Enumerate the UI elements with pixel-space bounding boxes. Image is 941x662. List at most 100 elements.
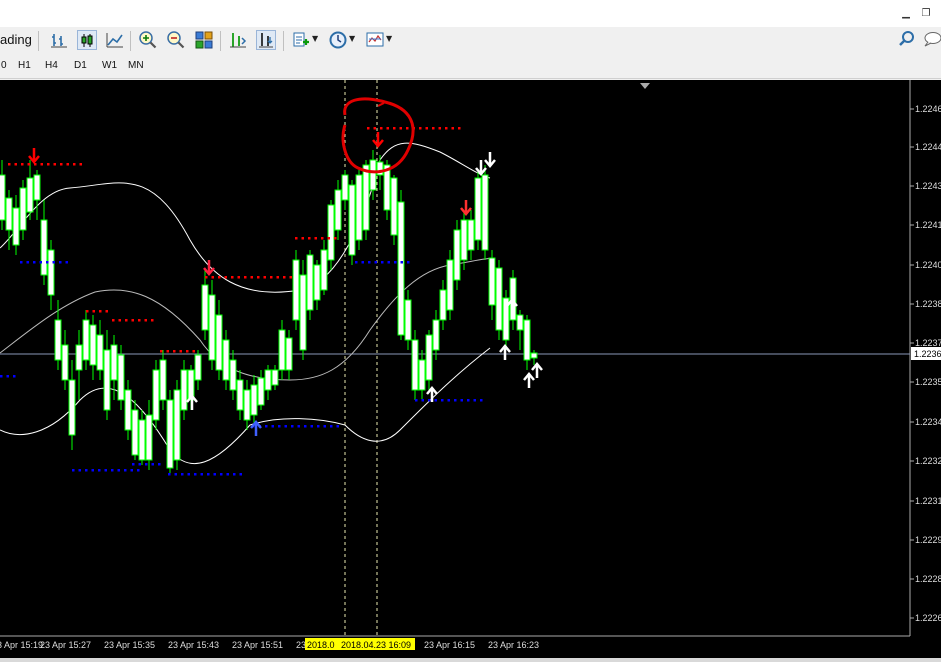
minimize-button[interactable]: ▁	[898, 7, 914, 21]
resistance-dot	[144, 319, 147, 322]
support-dot	[226, 473, 229, 476]
support-dot	[145, 463, 148, 466]
zoom-in-icon[interactable]	[138, 30, 158, 50]
candle-body	[355, 174, 363, 241]
candle-body	[19, 187, 27, 231]
chat-icon[interactable]	[922, 30, 941, 50]
resistance-dot	[432, 127, 435, 130]
candle-body	[33, 174, 41, 201]
candle-body	[96, 334, 104, 371]
price-label: 1.2229	[915, 535, 941, 545]
candle-body	[89, 324, 97, 366]
support-dot	[454, 399, 457, 402]
price-label: 1.2240	[915, 260, 941, 270]
candle	[152, 360, 160, 430]
resistance-dot	[60, 163, 63, 166]
resistance-dot	[399, 127, 402, 130]
timeframe-h4[interactable]: H4	[45, 58, 58, 74]
price-label: 1.2237	[915, 338, 941, 348]
timeframe-w1[interactable]: W1	[102, 58, 117, 74]
candle-body	[432, 319, 440, 351]
support-dot	[400, 261, 403, 264]
chart-shift-icon[interactable]	[228, 30, 248, 50]
resistance-dot	[270, 276, 273, 279]
candle	[446, 250, 454, 320]
candle-body	[453, 229, 461, 281]
support-dot	[297, 425, 300, 428]
tile-windows-icon[interactable]	[194, 30, 214, 50]
resistance-dot	[308, 237, 311, 240]
support-dot	[213, 473, 216, 476]
support-dot	[239, 473, 242, 476]
templates-icon[interactable]	[365, 30, 385, 50]
candle-body	[271, 369, 279, 386]
support-dot	[117, 469, 120, 472]
candle-body	[285, 337, 293, 371]
resistance-dot	[218, 276, 221, 279]
toolbar-divider	[220, 31, 221, 51]
time-label: 23 Apr 15:43	[168, 640, 219, 650]
restore-button[interactable]: ❐	[918, 7, 934, 21]
price-label: 1.2246	[915, 104, 941, 114]
candle-body	[334, 189, 342, 231]
resistance-dot	[192, 350, 195, 353]
time-label: 23 Apr 15:35	[104, 640, 155, 650]
resistance-dot	[14, 163, 17, 166]
price-chart[interactable]: 1.2246 1.2244 1.2243 1.2241 1.2240 1.2238 1.22…	[0, 80, 941, 658]
candle-body	[5, 197, 13, 231]
candle-body	[320, 249, 328, 291]
support-dot	[220, 473, 223, 476]
support-dot	[460, 399, 463, 402]
support-dot	[138, 463, 141, 466]
support-dot	[20, 261, 23, 264]
support-dot	[104, 469, 107, 472]
support-dot	[310, 425, 313, 428]
support-dot	[394, 261, 397, 264]
periods-dropdown-arrow[interactable]: ▼	[349, 34, 355, 43]
support-dot	[233, 473, 236, 476]
timeframe-m30[interactable]: 0	[1, 58, 7, 74]
support-dot	[6, 375, 9, 378]
candle-body	[327, 204, 335, 261]
candle-body	[523, 319, 531, 361]
resistance-dot	[301, 237, 304, 240]
support-dot	[421, 399, 424, 402]
candle-body	[68, 379, 76, 436]
resistance-dot	[425, 127, 428, 130]
candle	[474, 170, 482, 250]
timeframe-d1[interactable]: D1	[74, 58, 87, 74]
window-bottom-edge	[0, 658, 941, 662]
resistance-dot	[105, 310, 108, 313]
candle-body	[278, 329, 286, 371]
support-dot	[323, 425, 326, 428]
support-dot	[200, 473, 203, 476]
timeframe-h1[interactable]: H1	[18, 58, 31, 74]
templates-dropdown-arrow[interactable]: ▼	[386, 34, 392, 43]
bar-chart-icon[interactable]	[49, 30, 69, 50]
support-dot	[85, 469, 88, 472]
support-dot	[317, 425, 320, 428]
candle	[173, 380, 181, 470]
candle-body	[418, 359, 426, 391]
line-chart-icon[interactable]	[105, 30, 125, 50]
resistance-dot	[237, 276, 240, 279]
candle-body	[47, 249, 55, 296]
periods-icon[interactable]	[328, 30, 348, 50]
support-dot	[187, 473, 190, 476]
indicators-icon[interactable]	[291, 30, 311, 50]
indicators-dropdown-arrow[interactable]: ▼	[312, 34, 318, 43]
support-dot	[46, 261, 49, 264]
time-axis-labels: 23 Apr 15:1923 Apr 15:27 23 Apr 15:35 23 A…	[0, 638, 539, 650]
trading-button[interactable]: ading	[0, 29, 32, 51]
chart-canvas: 1.2246 1.2244 1.2243 1.2241 1.2240 1.2238 1.22…	[0, 80, 941, 658]
candle	[390, 175, 398, 245]
candle-body	[159, 359, 167, 401]
timeframe-mn[interactable]: MN	[128, 58, 144, 74]
zoom-out-icon[interactable]	[166, 30, 186, 50]
candlestick-icon[interactable]	[77, 30, 97, 50]
search-icon[interactable]	[897, 30, 917, 50]
support-dot	[111, 469, 114, 472]
resistance-dot	[257, 276, 260, 279]
resistance-dot	[438, 127, 441, 130]
autoscroll-icon[interactable]	[256, 30, 276, 50]
